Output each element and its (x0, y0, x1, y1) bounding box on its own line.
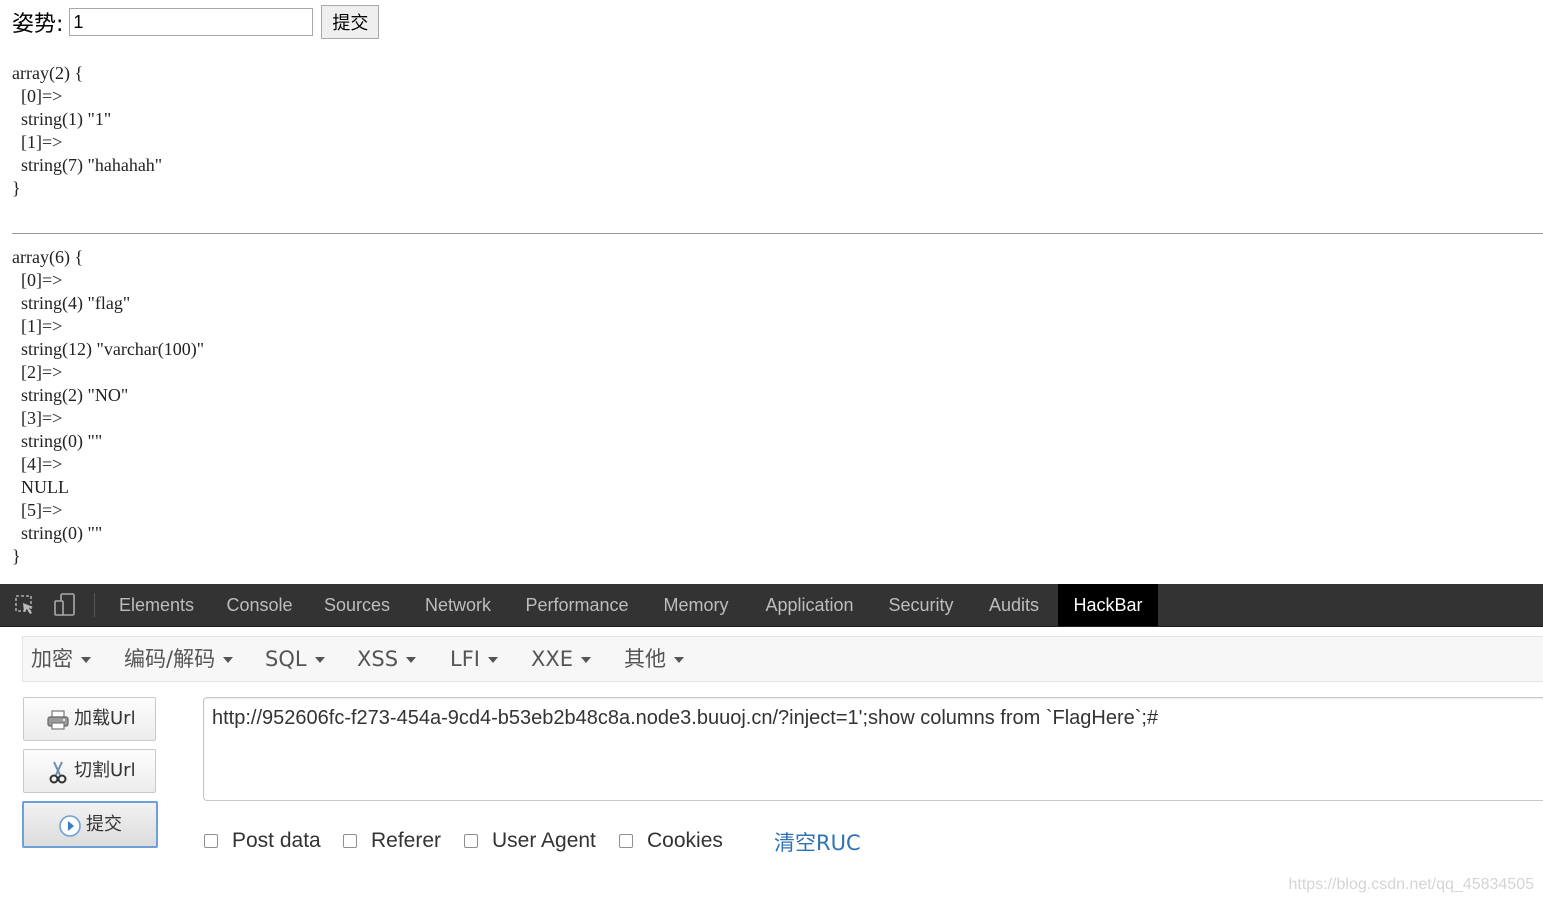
menu-xss[interactable]: XSS (357, 637, 417, 681)
user-agent-checkbox[interactable]: User Agent (464, 829, 596, 853)
tab-console[interactable]: Console (213, 584, 306, 626)
tab-performance[interactable]: Performance (513, 584, 641, 626)
inspect-element-icon[interactable] (14, 593, 36, 617)
tab-elements[interactable]: Elements (106, 584, 207, 626)
menu-encode-decode[interactable]: 编码/解码 (124, 637, 234, 681)
clear-ruc-link[interactable]: 清空RUC (774, 827, 861, 857)
tab-application[interactable]: Application (751, 584, 868, 626)
cookies-checkbox[interactable]: Cookies (619, 829, 723, 853)
tab-audits[interactable]: Audits (976, 584, 1052, 626)
tab-memory[interactable]: Memory (648, 584, 744, 626)
execute-button[interactable]: 提交 (22, 801, 158, 848)
inject-form: 姿势: 提交 (12, 4, 380, 40)
caret-down-icon (314, 657, 325, 663)
split-url-button[interactable]: 切割Url (23, 749, 156, 793)
caret-down-icon (223, 657, 234, 663)
watermark: https://blog.csdn.net/qq_45834505 (1288, 876, 1534, 893)
devtools-tabbar: Elements Console Sources Network Perform… (0, 584, 1543, 627)
menu-encrypt[interactable]: 加密 (31, 637, 91, 681)
post-data-checkbox[interactable]: Post data (204, 829, 321, 853)
scissors-icon (46, 760, 70, 784)
caret-down-icon (581, 657, 592, 663)
tab-sources[interactable]: Sources (312, 584, 402, 626)
form-label: 姿势: (12, 12, 64, 37)
tab-security[interactable]: Security (876, 584, 966, 626)
toolbar-divider (94, 593, 95, 617)
form-submit-button[interactable]: 提交 (321, 5, 380, 39)
var-dump-output-1: array(2) { [0]=> string(1) "1" [1]=> str… (12, 63, 163, 198)
tab-hackbar[interactable]: HackBar (1058, 584, 1158, 626)
inject-input[interactable] (69, 8, 314, 36)
devtools-panel: Elements Console Sources Network Perform… (0, 584, 1543, 902)
tab-network[interactable]: Network (409, 584, 507, 626)
load-url-icon (46, 708, 70, 732)
menu-other[interactable]: 其他 (624, 637, 684, 681)
caret-down-icon (674, 657, 684, 663)
caret-down-icon (487, 657, 498, 663)
device-toolbar-icon[interactable] (54, 593, 76, 617)
referer-checkbox[interactable]: Referer (343, 829, 441, 853)
menu-lfi[interactable]: LFI (450, 637, 498, 681)
caret-down-icon (81, 657, 91, 663)
horizontal-rule (12, 233, 1543, 234)
caret-down-icon (406, 657, 417, 663)
url-textarea[interactable]: http://952606fc-f273-454a-9cd4-b53eb2b48… (203, 697, 1543, 801)
play-icon (58, 814, 82, 838)
menu-xxe[interactable]: XXE (531, 637, 592, 681)
menu-sql[interactable]: SQL (265, 637, 325, 681)
var-dump-output-2: array(6) { [0]=> string(4) "flag" [1]=> … (12, 247, 205, 566)
load-url-button[interactable]: 加载Url (23, 697, 156, 741)
hackbar-menu: 加密 编码/解码 SQL XSS LFI XXE 其他 (22, 636, 1543, 682)
